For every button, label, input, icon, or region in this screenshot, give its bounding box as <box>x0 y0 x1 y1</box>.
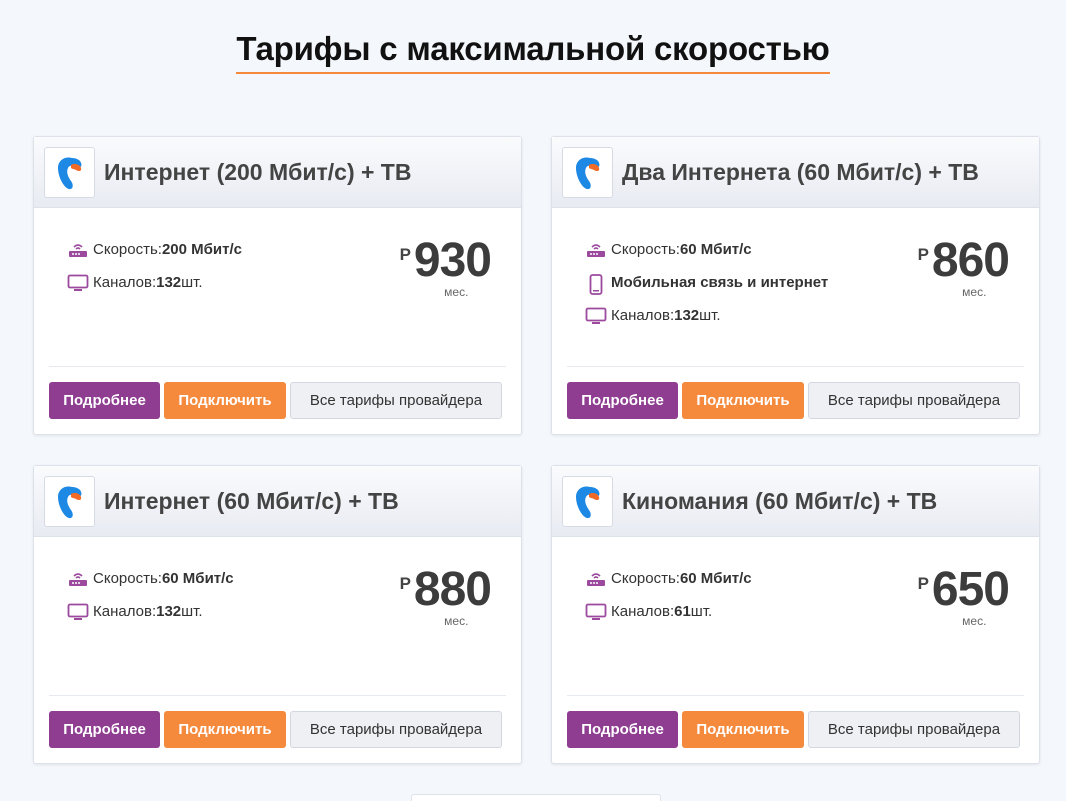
price-block: Р 930 мес. <box>399 234 492 300</box>
details-button[interactable]: Подробнее <box>49 711 160 748</box>
price-value: 860 <box>931 234 1010 287</box>
ruble-icon: Р <box>917 245 929 264</box>
tariff-title: Интернет (200 Мбит/с) + ТВ <box>104 159 412 185</box>
router-icon <box>584 570 607 590</box>
divider <box>49 695 506 696</box>
router-icon <box>66 570 89 590</box>
ruble-icon: Р <box>917 574 929 593</box>
feature-list: Скорость: 60 Мбит/с Каналов: 132 шт. <box>66 570 234 636</box>
tariff-card: Два Интернета (60 Мбит/с) + ТВ Скорость:… <box>551 136 1040 435</box>
provider-logo[interactable] <box>44 147 95 198</box>
rostelecom-logo-icon <box>58 486 82 519</box>
feature-mobile: Мобильная связь и интернет <box>584 274 828 307</box>
details-button[interactable]: Подробнее <box>567 711 678 748</box>
tariff-card: Киномания (60 Мбит/с) + ТВ Скорость: 60 … <box>551 465 1040 764</box>
connect-button[interactable]: Подключить <box>164 711 286 748</box>
feature-channels: Каналов: 132 шт. <box>584 307 828 340</box>
feature-label: Скорость: <box>93 570 162 587</box>
feature-suffix: шт. <box>699 307 721 324</box>
tariff-title: Киномания (60 Мбит/с) + ТВ <box>622 488 938 514</box>
connect-button[interactable]: Подключить <box>682 711 804 748</box>
feature-channels: Каналов: 132 шт. <box>66 274 242 307</box>
phone-icon <box>584 274 607 295</box>
feature-list: Скорость: 200 Мбит/с Каналов: 132 шт. <box>66 241 242 307</box>
feature-suffix: шт. <box>181 274 203 291</box>
price-period: мес. <box>962 614 987 628</box>
tv-icon <box>584 307 607 327</box>
router-icon <box>584 241 607 261</box>
divider <box>567 695 1024 696</box>
price-period: мес. <box>444 614 469 628</box>
divider <box>49 366 506 367</box>
tv-icon <box>584 603 607 623</box>
feature-suffix: шт. <box>690 603 713 620</box>
price-value: 880 <box>413 563 492 616</box>
ruble-icon: Р <box>399 245 411 264</box>
rostelecom-logo-icon <box>58 157 82 190</box>
feature-speed: Скорость: 60 Мбит/с <box>66 570 234 603</box>
tariff-card: Интернет (200 Мбит/с) + ТВ Скорость: 200… <box>33 136 522 435</box>
feature-value: 132 <box>156 603 182 620</box>
card-header: Два Интернета (60 Мбит/с) + ТВ <box>552 137 1039 208</box>
feature-speed: Скорость: 60 Мбит/с <box>584 570 752 603</box>
ruble-icon: Р <box>399 574 411 593</box>
price-period: мес. <box>444 285 469 299</box>
price-block: Р 650 мес. <box>917 563 1010 629</box>
feature-label: Скорость: <box>611 570 680 587</box>
feature-value: 61 <box>674 603 691 620</box>
connect-button[interactable]: Подключить <box>164 382 286 419</box>
feature-value: 132 <box>674 307 700 324</box>
all-tariffs-button[interactable]: Все тарифы провайдера <box>808 711 1020 748</box>
feature-label: Каналов: <box>611 603 675 620</box>
price-value: 930 <box>413 234 492 287</box>
tv-icon <box>66 603 89 623</box>
feature-label: Скорость: <box>93 241 162 258</box>
all-tariffs-button[interactable]: Все тарифы провайдера <box>290 382 502 419</box>
page-title: Тарифы с максимальной скоростью <box>236 30 830 74</box>
feature-channels: Каналов: 61 шт. <box>584 603 752 636</box>
provider-logo[interactable] <box>562 147 613 198</box>
feature-value: 60 Мбит/с <box>679 570 752 587</box>
card-header: Киномания (60 Мбит/с) + ТВ <box>552 466 1039 537</box>
feature-list: Скорость: 60 Мбит/с Каналов: 61 шт. <box>584 570 752 636</box>
price-block: Р 880 мес. <box>399 563 492 629</box>
show-more-button[interactable] <box>411 794 661 801</box>
connect-button[interactable]: Подключить <box>682 382 804 419</box>
feature-label: Скорость: <box>611 241 680 258</box>
all-tariffs-button[interactable]: Все тарифы провайдера <box>290 711 502 748</box>
provider-logo[interactable] <box>44 476 95 527</box>
tv-icon <box>66 274 89 294</box>
feature-value: 200 Мбит/с <box>161 241 242 258</box>
price-block: Р 860 мес. <box>917 234 1010 300</box>
card-header: Интернет (60 Мбит/с) + ТВ <box>34 466 521 537</box>
details-button[interactable]: Подробнее <box>567 382 678 419</box>
rostelecom-logo-icon <box>576 157 600 190</box>
router-icon <box>66 241 89 261</box>
feature-list: Скорость: 60 Мбит/с Мобильная связь и ин… <box>584 241 828 340</box>
feature-label: Каналов: <box>93 274 157 291</box>
tariff-title: Интернет (60 Мбит/с) + ТВ <box>104 488 399 514</box>
feature-value: 132 <box>156 274 182 291</box>
feature-channels: Каналов: 132 шт. <box>66 603 234 636</box>
provider-logo[interactable] <box>562 476 613 527</box>
price-value: 650 <box>931 563 1010 616</box>
feature-value: 60 Мбит/с <box>679 241 752 258</box>
feature-suffix: шт. <box>181 603 203 620</box>
feature-speed: Скорость: 200 Мбит/с <box>66 241 242 274</box>
feature-label: Каналов: <box>93 603 157 620</box>
details-button[interactable]: Подробнее <box>49 382 160 419</box>
price-period: мес. <box>962 285 987 299</box>
tariff-title: Два Интернета (60 Мбит/с) + ТВ <box>622 159 979 185</box>
divider <box>567 366 1024 367</box>
card-header: Интернет (200 Мбит/с) + ТВ <box>34 137 521 208</box>
feature-speed: Скорость: 60 Мбит/с <box>584 241 828 274</box>
tariff-card: Интернет (60 Мбит/с) + ТВ Скорость: 60 М… <box>33 465 522 764</box>
all-tariffs-button[interactable]: Все тарифы провайдера <box>808 382 1020 419</box>
feature-value: Мобильная связь и интернет <box>611 274 829 291</box>
feature-label: Каналов: <box>611 307 675 324</box>
feature-value: 60 Мбит/с <box>161 570 234 587</box>
rostelecom-logo-icon <box>576 486 600 519</box>
